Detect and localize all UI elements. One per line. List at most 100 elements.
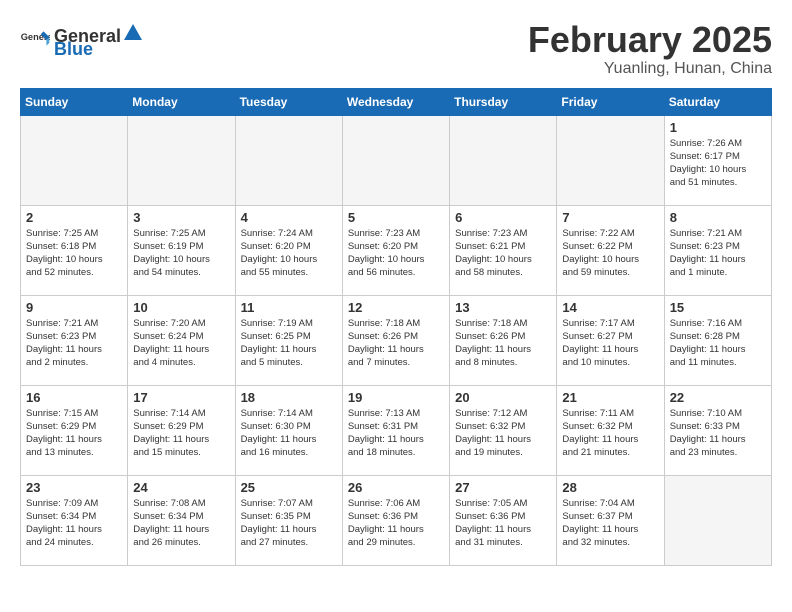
day-number: 16 <box>26 390 122 405</box>
calendar-cell: 13 Sunrise: 7:18 AM Sunset: 6:26 PM Dayli… <box>450 295 557 385</box>
day-info: Sunrise: 7:12 AM Sunset: 6:32 PM Dayligh… <box>455 407 551 460</box>
weekday-header-saturday: Saturday <box>664 88 771 115</box>
day-number: 14 <box>562 300 658 315</box>
calendar-body: 1Sunrise: 7:26 AM Sunset: 6:17 PM Daylig… <box>21 115 772 565</box>
calendar-cell <box>235 115 342 205</box>
day-info: Sunrise: 7:18 AM Sunset: 6:26 PM Dayligh… <box>455 317 551 370</box>
day-number: 11 <box>241 300 337 315</box>
day-info: Sunrise: 7:04 AM Sunset: 6:37 PM Dayligh… <box>562 497 658 550</box>
calendar-week-3: 9 Sunrise: 7:21 AM Sunset: 6:23 PM Daylig… <box>21 295 772 385</box>
day-info: Sunrise: 7:14 AM Sunset: 6:29 PM Dayligh… <box>133 407 229 460</box>
calendar-cell: 1Sunrise: 7:26 AM Sunset: 6:17 PM Daylig… <box>664 115 771 205</box>
day-info: Sunrise: 7:17 AM Sunset: 6:27 PM Dayligh… <box>562 317 658 370</box>
day-number: 18 <box>241 390 337 405</box>
calendar-cell: 27 Sunrise: 7:05 AM Sunset: 6:36 PM Dayli… <box>450 475 557 565</box>
calendar-cell <box>342 115 449 205</box>
calendar-cell: 5 Sunrise: 7:23 AM Sunset: 6:20 PM Daylig… <box>342 205 449 295</box>
day-info: Sunrise: 7:20 AM Sunset: 6:24 PM Dayligh… <box>133 317 229 370</box>
day-number: 27 <box>455 480 551 495</box>
logo-icon: General <box>20 30 50 50</box>
day-number: 21 <box>562 390 658 405</box>
day-info: Sunrise: 7:05 AM Sunset: 6:36 PM Dayligh… <box>455 497 551 550</box>
calendar-cell <box>664 475 771 565</box>
calendar-cell: 26Sunrise: 7:06 AM Sunset: 6:36 PM Dayli… <box>342 475 449 565</box>
calendar-cell <box>557 115 664 205</box>
day-number: 25 <box>241 480 337 495</box>
weekday-header-sunday: Sunday <box>21 88 128 115</box>
page-header: General General Blue February 2025 Yuanl… <box>20 20 772 78</box>
day-info: Sunrise: 7:22 AM Sunset: 6:22 PM Dayligh… <box>562 227 658 280</box>
day-number: 23 <box>26 480 122 495</box>
calendar-cell: 17Sunrise: 7:14 AM Sunset: 6:29 PM Dayli… <box>128 385 235 475</box>
day-number: 9 <box>26 300 122 315</box>
day-info: Sunrise: 7:21 AM Sunset: 6:23 PM Dayligh… <box>26 317 122 370</box>
location-title: Yuanling, Hunan, China <box>528 60 772 78</box>
calendar-cell: 21 Sunrise: 7:11 AM Sunset: 6:32 PM Dayli… <box>557 385 664 475</box>
day-info: Sunrise: 7:10 AM Sunset: 6:33 PM Dayligh… <box>670 407 766 460</box>
weekday-header-row: SundayMondayTuesdayWednesdayThursdayFrid… <box>21 88 772 115</box>
calendar-cell: 15 Sunrise: 7:16 AM Sunset: 6:28 PM Dayli… <box>664 295 771 385</box>
calendar-cell: 23 Sunrise: 7:09 AM Sunset: 6:34 PM Dayli… <box>21 475 128 565</box>
calendar-cell: 16Sunrise: 7:15 AM Sunset: 6:29 PM Dayli… <box>21 385 128 475</box>
day-number: 1 <box>670 120 766 135</box>
calendar-cell: 18 Sunrise: 7:14 AM Sunset: 6:30 PM Dayli… <box>235 385 342 475</box>
calendar-cell: 3Sunrise: 7:25 AM Sunset: 6:19 PM Daylig… <box>128 205 235 295</box>
day-info: Sunrise: 7:19 AM Sunset: 6:25 PM Dayligh… <box>241 317 337 370</box>
day-number: 2 <box>26 210 122 225</box>
day-info: Sunrise: 7:09 AM Sunset: 6:34 PM Dayligh… <box>26 497 122 550</box>
calendar-cell: 8 Sunrise: 7:21 AM Sunset: 6:23 PM Daylig… <box>664 205 771 295</box>
day-info: Sunrise: 7:21 AM Sunset: 6:23 PM Dayligh… <box>670 227 766 280</box>
day-info: Sunrise: 7:13 AM Sunset: 6:31 PM Dayligh… <box>348 407 444 460</box>
weekday-header-friday: Friday <box>557 88 664 115</box>
day-number: 5 <box>348 210 444 225</box>
calendar-table: SundayMondayTuesdayWednesdayThursdayFrid… <box>20 88 772 566</box>
day-info: Sunrise: 7:25 AM Sunset: 6:19 PM Dayligh… <box>133 227 229 280</box>
day-info: Sunrise: 7:23 AM Sunset: 6:20 PM Dayligh… <box>348 227 444 280</box>
title-block: February 2025 Yuanling, Hunan, China <box>528 20 772 78</box>
calendar-cell: 22 Sunrise: 7:10 AM Sunset: 6:33 PM Dayli… <box>664 385 771 475</box>
day-number: 19 <box>348 390 444 405</box>
day-number: 13 <box>455 300 551 315</box>
calendar-cell: 9 Sunrise: 7:21 AM Sunset: 6:23 PM Daylig… <box>21 295 128 385</box>
day-number: 24 <box>133 480 229 495</box>
calendar-cell: 10 Sunrise: 7:20 AM Sunset: 6:24 PM Dayli… <box>128 295 235 385</box>
day-number: 7 <box>562 210 658 225</box>
day-number: 28 <box>562 480 658 495</box>
calendar-cell: 24Sunrise: 7:08 AM Sunset: 6:34 PM Dayli… <box>128 475 235 565</box>
calendar-cell: 2Sunrise: 7:25 AM Sunset: 6:18 PM Daylig… <box>21 205 128 295</box>
day-number: 6 <box>455 210 551 225</box>
calendar-week-5: 23 Sunrise: 7:09 AM Sunset: 6:34 PM Dayli… <box>21 475 772 565</box>
day-number: 22 <box>670 390 766 405</box>
weekday-header-monday: Monday <box>128 88 235 115</box>
logo: General General Blue <box>20 20 145 60</box>
calendar-cell: 14 Sunrise: 7:17 AM Sunset: 6:27 PM Dayli… <box>557 295 664 385</box>
logo-triangle-icon <box>122 20 144 42</box>
calendar-cell: 7 Sunrise: 7:22 AM Sunset: 6:22 PM Daylig… <box>557 205 664 295</box>
day-info: Sunrise: 7:16 AM Sunset: 6:28 PM Dayligh… <box>670 317 766 370</box>
weekday-header-thursday: Thursday <box>450 88 557 115</box>
day-info: Sunrise: 7:23 AM Sunset: 6:21 PM Dayligh… <box>455 227 551 280</box>
calendar-cell <box>450 115 557 205</box>
calendar-week-4: 16Sunrise: 7:15 AM Sunset: 6:29 PM Dayli… <box>21 385 772 475</box>
calendar-cell: 6 Sunrise: 7:23 AM Sunset: 6:21 PM Daylig… <box>450 205 557 295</box>
day-info: Sunrise: 7:11 AM Sunset: 6:32 PM Dayligh… <box>562 407 658 460</box>
day-number: 12 <box>348 300 444 315</box>
day-number: 4 <box>241 210 337 225</box>
day-info: Sunrise: 7:06 AM Sunset: 6:36 PM Dayligh… <box>348 497 444 550</box>
day-info: Sunrise: 7:18 AM Sunset: 6:26 PM Dayligh… <box>348 317 444 370</box>
calendar-week-1: 1Sunrise: 7:26 AM Sunset: 6:17 PM Daylig… <box>21 115 772 205</box>
calendar-cell: 11 Sunrise: 7:19 AM Sunset: 6:25 PM Dayli… <box>235 295 342 385</box>
calendar-cell: 4 Sunrise: 7:24 AM Sunset: 6:20 PM Daylig… <box>235 205 342 295</box>
calendar-cell <box>21 115 128 205</box>
month-title: February 2025 <box>528 20 772 60</box>
day-info: Sunrise: 7:07 AM Sunset: 6:35 PM Dayligh… <box>241 497 337 550</box>
calendar-cell: 19 Sunrise: 7:13 AM Sunset: 6:31 PM Dayli… <box>342 385 449 475</box>
day-number: 20 <box>455 390 551 405</box>
day-number: 10 <box>133 300 229 315</box>
day-number: 15 <box>670 300 766 315</box>
day-info: Sunrise: 7:14 AM Sunset: 6:30 PM Dayligh… <box>241 407 337 460</box>
weekday-header-tuesday: Tuesday <box>235 88 342 115</box>
day-number: 8 <box>670 210 766 225</box>
day-info: Sunrise: 7:24 AM Sunset: 6:20 PM Dayligh… <box>241 227 337 280</box>
calendar-cell: 20 Sunrise: 7:12 AM Sunset: 6:32 PM Dayli… <box>450 385 557 475</box>
